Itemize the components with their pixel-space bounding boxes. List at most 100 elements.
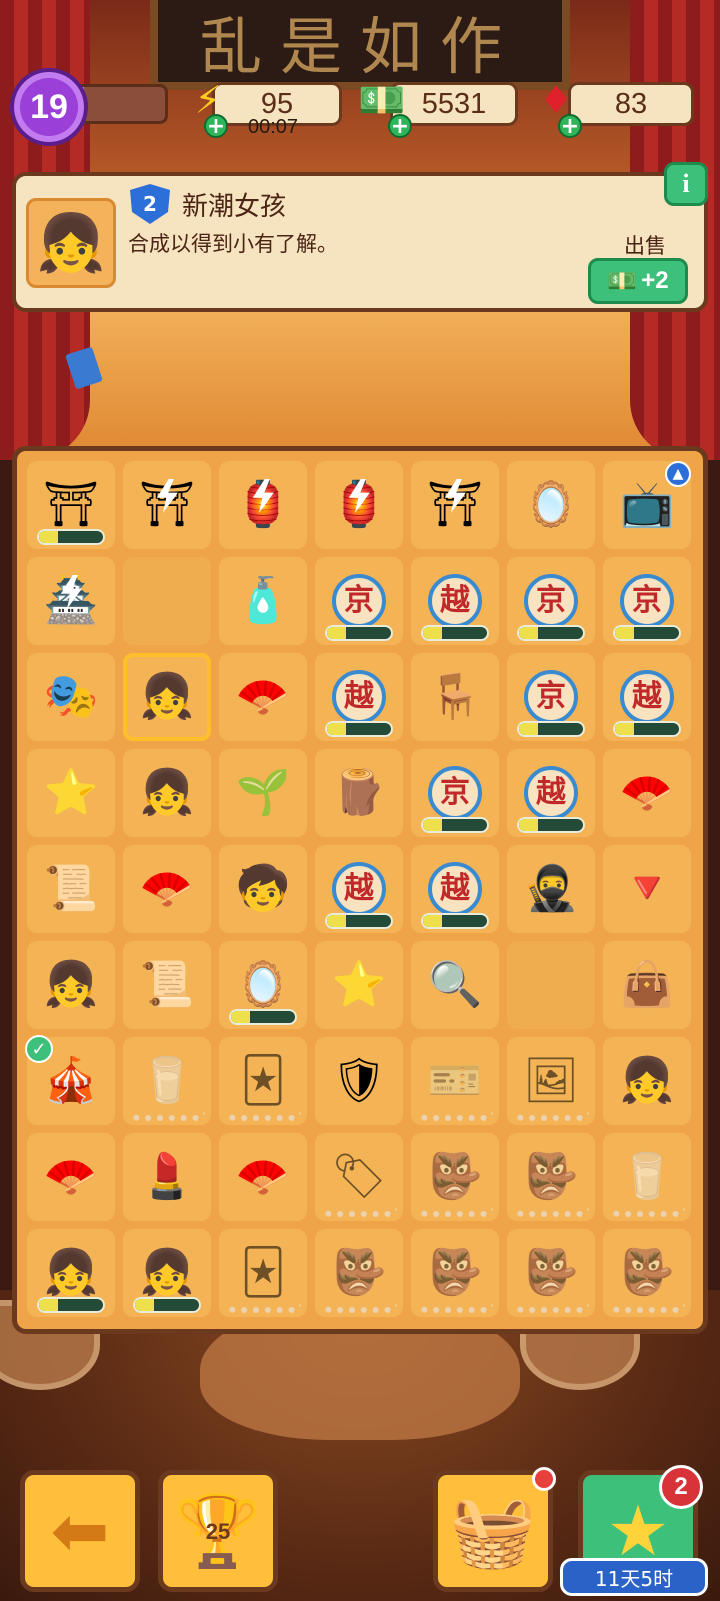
board-cell[interactable]: 越 xyxy=(315,653,403,741)
add-gems-button[interactable]: + xyxy=(558,114,582,138)
board-cell[interactable]: 京 xyxy=(507,557,595,645)
frozen-mask-chest-icon: 👺 xyxy=(523,1151,579,1202)
sell-value: +2 xyxy=(641,267,669,294)
upgrade-tag-icon: ▲ xyxy=(665,461,691,487)
green-hair-stump-icon: 🪵 xyxy=(331,767,387,818)
add-energy-button[interactable]: + xyxy=(204,114,228,138)
board-cell[interactable]: 京 xyxy=(411,749,499,837)
board-cell[interactable]: 👺 xyxy=(507,1133,595,1221)
board-cell[interactable]: ⛩ xyxy=(123,461,211,549)
board-cell[interactable]: 🔻 xyxy=(603,845,691,933)
cell-progress-fill xyxy=(615,723,635,735)
hand-mirror-icon: 🔍 xyxy=(427,959,483,1010)
board-cell[interactable]: 👜 xyxy=(603,941,691,1029)
board-cell[interactable]: ⭐ xyxy=(27,749,115,837)
board-cell[interactable]: 🪭 xyxy=(603,749,691,837)
board-cell[interactable]: 📜 xyxy=(27,845,115,933)
board-cell[interactable]: 🧒 xyxy=(219,845,307,933)
empty-board-cell[interactable] xyxy=(123,557,211,645)
board-cell[interactable]: ⛩ xyxy=(411,461,499,549)
star-count-badge: 2 xyxy=(659,1465,703,1509)
board-cell[interactable]: 京 xyxy=(603,557,691,645)
item-portrait: 👧 xyxy=(26,198,116,288)
board-cell[interactable]: 🃏 xyxy=(219,1037,307,1125)
board-cell[interactable]: 🪞 xyxy=(219,941,307,1029)
frozen-mask-chest-icon: 👺 xyxy=(619,1247,675,1298)
board-cell[interactable]: 👧 xyxy=(27,941,115,1029)
board-cell[interactable]: 越 xyxy=(411,845,499,933)
board-cell[interactable]: 👺 xyxy=(507,1229,595,1317)
board-cell[interactable]: 👺 xyxy=(411,1229,499,1317)
board-cell[interactable]: ⛩ xyxy=(27,461,115,549)
board-cell[interactable]: 🎫 xyxy=(411,1037,499,1125)
board-cell[interactable]: 京 xyxy=(507,653,595,741)
add-cash-button[interactable]: + xyxy=(388,114,412,138)
cell-progress-fill xyxy=(615,627,635,639)
tv-icon: 📺 xyxy=(619,479,675,530)
cell-progress-fill xyxy=(231,1011,251,1023)
board-cell[interactable]: 👧 xyxy=(603,1037,691,1125)
board-cell[interactable]: 🪭 xyxy=(123,845,211,933)
back-button[interactable]: ⬅ xyxy=(20,1470,140,1592)
board-cell[interactable]: 📺 ▲ xyxy=(603,461,691,549)
board-cell[interactable]: 越 xyxy=(411,557,499,645)
trendy-girl-icon: 👧 xyxy=(139,671,195,722)
board-cell[interactable]: 👧 xyxy=(123,749,211,837)
cell-progress-bar xyxy=(229,1009,297,1025)
cell-progress-fill xyxy=(327,627,347,639)
scrolls-icon: 📜 xyxy=(139,959,195,1010)
frozen-ticket-icon: 🎫 xyxy=(427,1055,483,1106)
painted-fan-icon: 🪭 xyxy=(43,1151,99,1202)
board-cell[interactable]: 🃏 xyxy=(219,1229,307,1317)
board-cell[interactable]: 🌱 xyxy=(219,749,307,837)
board-cell[interactable]: 京 xyxy=(315,557,403,645)
sell-button[interactable]: 💵 +2 xyxy=(588,258,688,304)
gem-counter[interactable]: 83 xyxy=(568,82,694,126)
board-cell[interactable]: 🥛 xyxy=(603,1133,691,1221)
board-cell[interactable]: 🏮 xyxy=(315,461,403,549)
player-level-badge[interactable]: 19 xyxy=(10,68,88,146)
board-cell[interactable]: 🪵 xyxy=(315,749,403,837)
board-cell[interactable]: 👧 xyxy=(123,653,211,741)
board-cell[interactable]: 🏯 xyxy=(27,557,115,645)
board-cell[interactable]: 🪞 xyxy=(507,461,595,549)
item-description: 合成以得到小有了解。 xyxy=(128,232,338,256)
board-cell[interactable]: 👺 xyxy=(411,1133,499,1221)
board-cell[interactable]: 🏷 xyxy=(315,1133,403,1221)
board-cell[interactable]: 🥷 xyxy=(507,845,595,933)
board-cell[interactable]: 👺 xyxy=(315,1229,403,1317)
cell-progress-bar xyxy=(421,625,489,641)
board-cell[interactable]: 📜 xyxy=(123,941,211,1029)
board-cell[interactable]: 💄 xyxy=(123,1133,211,1221)
board-cell[interactable]: 🪭 xyxy=(27,1133,115,1221)
board-cell[interactable]: 🪭 xyxy=(219,1133,307,1221)
board-cell[interactable]: 🖼 xyxy=(507,1037,595,1125)
jing-stage-icon: 京 xyxy=(332,574,386,628)
checkmark-icon: ✓ xyxy=(25,1035,53,1063)
sell-label: 出售 xyxy=(624,234,666,258)
board-cell[interactable]: 🪭 xyxy=(219,653,307,741)
board-cell[interactable]: 越 xyxy=(315,845,403,933)
board-cell[interactable]: 👧 xyxy=(27,1229,115,1317)
info-button[interactable]: i xyxy=(664,162,708,206)
back-arrow-icon: ⬅ xyxy=(50,1490,110,1572)
board-cell[interactable]: 🪑 xyxy=(411,653,499,741)
board-cell[interactable]: 🥛 xyxy=(123,1037,211,1125)
board-cell[interactable]: 🎭 xyxy=(27,653,115,741)
board-cell[interactable]: ⭐ xyxy=(315,941,403,1029)
empty-board-cell[interactable] xyxy=(507,941,595,1029)
inventory-basket-button[interactable]: 🧺 xyxy=(433,1467,556,1592)
board-cell[interactable]: 👧 xyxy=(123,1229,211,1317)
board-cell[interactable]: 越 xyxy=(603,653,691,741)
board-cell[interactable]: 👺 xyxy=(603,1229,691,1317)
board-cell[interactable]: 🔍 xyxy=(411,941,499,1029)
board-cell[interactable]: 🧴 xyxy=(219,557,307,645)
board-cell[interactable]: 🎪 ✓ xyxy=(25,1035,115,1125)
red-curtain-icon: 🎪 xyxy=(43,1055,99,1106)
painted-fan-icon: 🪭 xyxy=(235,1151,291,1202)
board-cell[interactable]: 🏮 xyxy=(219,461,307,549)
board-cell[interactable]: 🛡 xyxy=(315,1037,403,1125)
trophy-button[interactable]: 🏆 25 xyxy=(158,1470,278,1592)
cone-funnel-icon: 🔻 xyxy=(619,863,675,914)
board-cell[interactable]: 越 xyxy=(507,749,595,837)
